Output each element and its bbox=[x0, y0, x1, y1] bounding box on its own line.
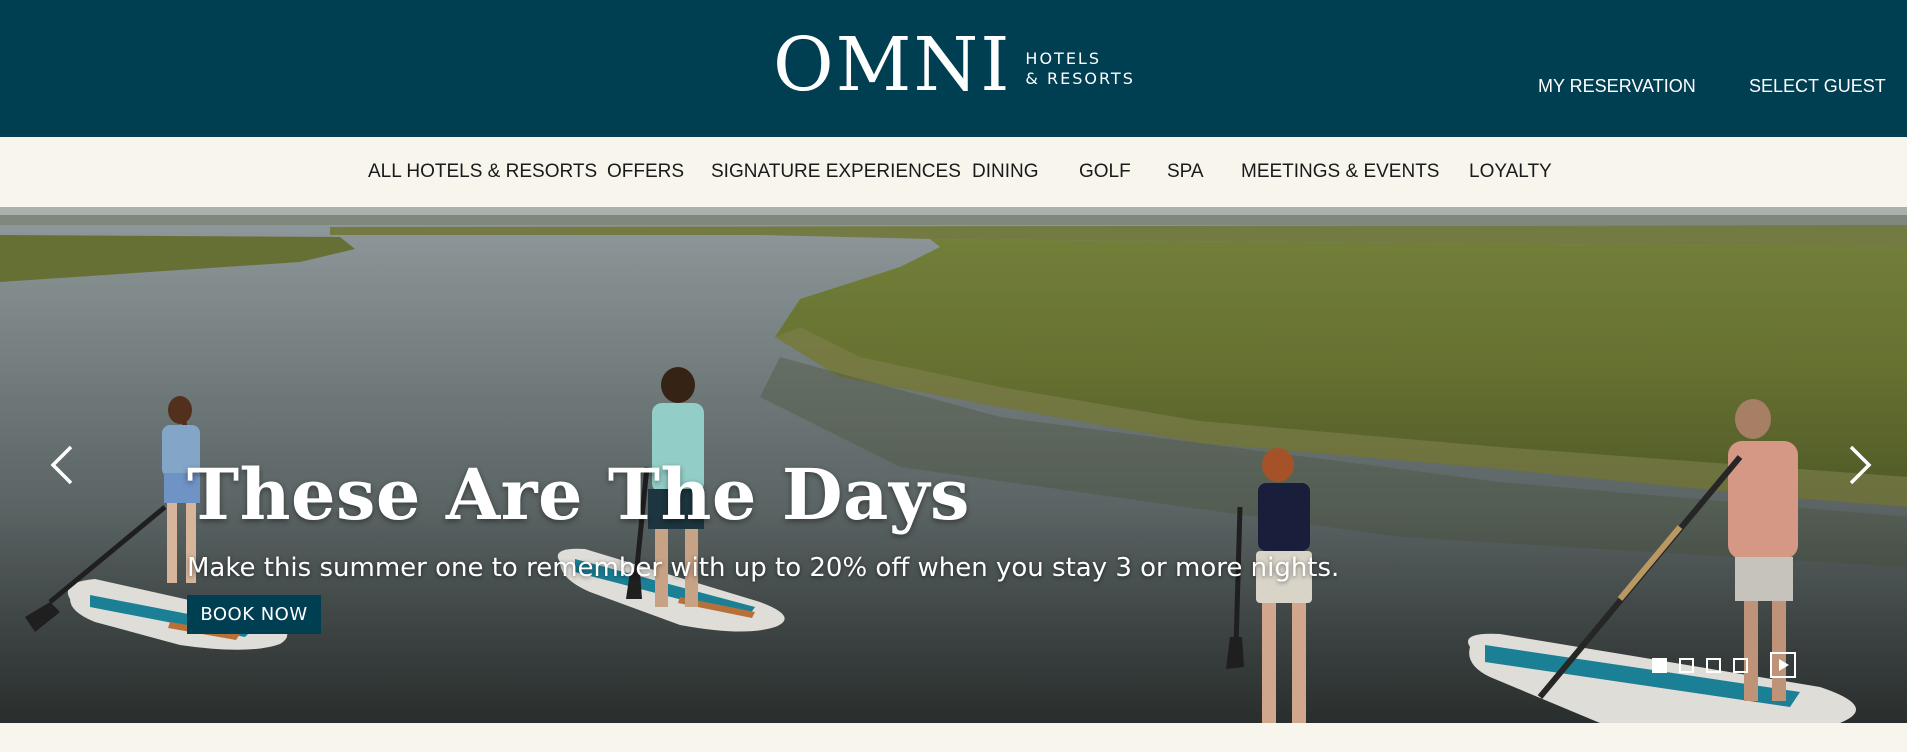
logo-wordmark: OMNI bbox=[773, 22, 1012, 108]
main-nav: ALL HOTELS & RESORTS OFFERS SIGNATURE EX… bbox=[0, 137, 1907, 207]
hero-title: These Are The Days bbox=[187, 453, 970, 536]
carousel-dot-1[interactable] bbox=[1652, 657, 1667, 673]
logo-subtitle-line1: HOTELS bbox=[1025, 49, 1101, 68]
hero-carousel: These Are The Days Make this summer one … bbox=[0, 207, 1907, 723]
site-header: OMNI HOTELS & RESORTS MY RESERVATION SEL… bbox=[0, 0, 1907, 137]
book-now-button[interactable]: BOOK NOW bbox=[187, 595, 321, 634]
my-reservation-link[interactable]: MY RESERVATION bbox=[1538, 76, 1696, 97]
carousel-dot-4[interactable] bbox=[1733, 657, 1748, 673]
omni-logo[interactable]: OMNI HOTELS & RESORTS bbox=[773, 28, 1135, 102]
carousel-prev-button[interactable] bbox=[42, 439, 82, 491]
nav-dining[interactable]: DINING bbox=[972, 161, 1039, 183]
nav-meetings-events[interactable]: MEETINGS & EVENTS bbox=[1241, 161, 1439, 183]
carousel-dot-2[interactable] bbox=[1679, 657, 1694, 673]
carousel-dot-3[interactable] bbox=[1706, 657, 1721, 673]
play-icon bbox=[1779, 659, 1789, 671]
carousel-play-button[interactable] bbox=[1770, 652, 1796, 678]
hero-subtitle: Make this summer one to remember with up… bbox=[187, 553, 1340, 583]
nav-spa[interactable]: SPA bbox=[1167, 161, 1204, 183]
chevron-right-icon bbox=[1849, 445, 1872, 485]
nav-signature-experiences[interactable]: SIGNATURE EXPERIENCES bbox=[711, 161, 961, 183]
carousel-pagination bbox=[1652, 652, 1796, 678]
nav-all-hotels-resorts[interactable]: ALL HOTELS & RESORTS bbox=[368, 161, 597, 183]
chevron-left-icon bbox=[50, 445, 73, 485]
carousel-next-button[interactable] bbox=[1840, 439, 1880, 491]
page-footer-strip bbox=[0, 723, 1907, 752]
nav-loyalty[interactable]: LOYALTY bbox=[1469, 161, 1552, 183]
logo-subtitle-line2: & RESORTS bbox=[1025, 69, 1135, 88]
select-guest-link[interactable]: SELECT GUEST bbox=[1749, 76, 1886, 97]
logo-subtitle: HOTELS & RESORTS bbox=[1025, 41, 1134, 89]
nav-golf[interactable]: GOLF bbox=[1079, 161, 1131, 183]
nav-offers[interactable]: OFFERS bbox=[607, 161, 684, 183]
